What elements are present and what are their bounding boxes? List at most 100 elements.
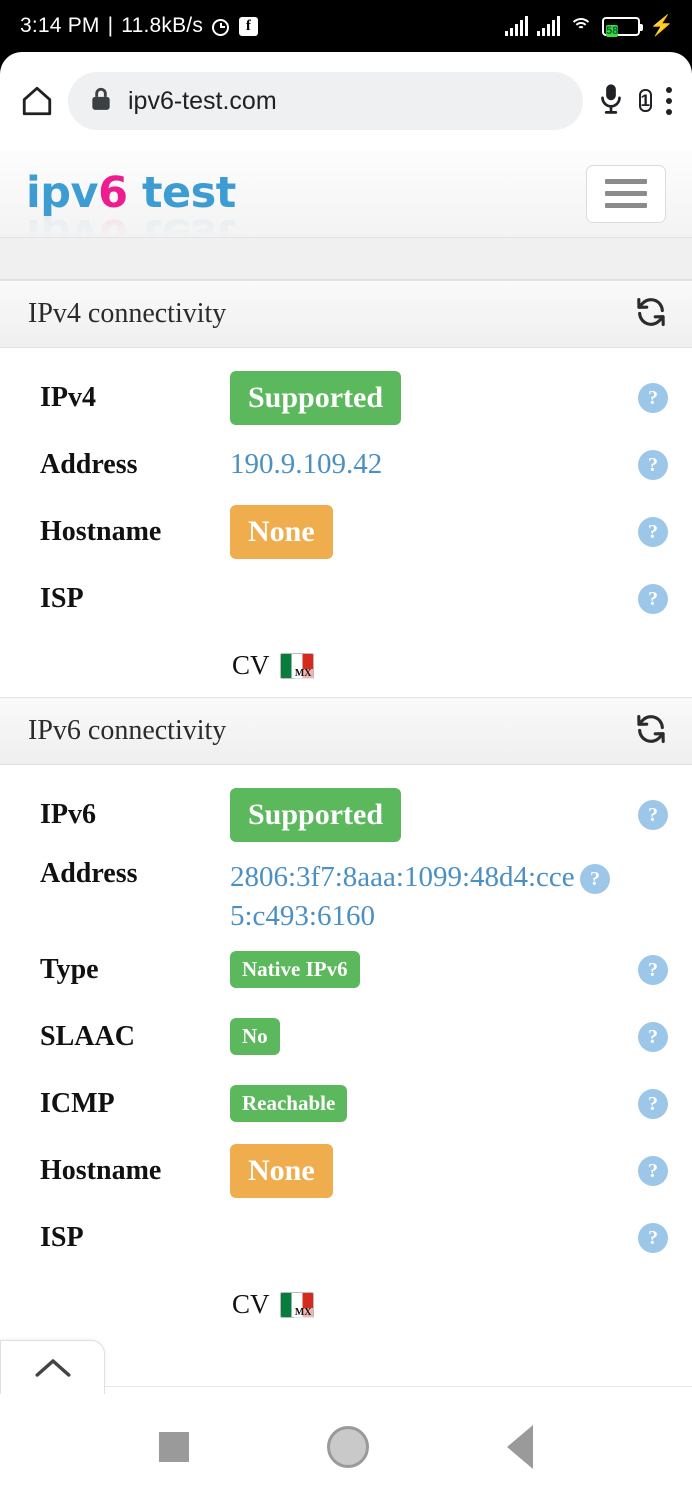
table-row: ISP ? [0, 565, 692, 632]
table-row: SLAAC No ? [0, 1003, 692, 1070]
mexico-flag-icon: MX [279, 652, 314, 679]
ipv4-connectivity-panel: IPv4 connectivity IPv4 Supported ? Addre… [0, 280, 692, 697]
address-bar[interactable]: ipv6-test.com [68, 72, 583, 130]
row-value-ipv6: Supported [230, 787, 638, 842]
status-bar-left: 3:14 PM | 11.8kB/s f [20, 14, 259, 38]
table-row: Address 2806:3f7:8aaa:1099:48d4:cce5:c49… [0, 848, 692, 936]
phone-screen: 3:14 PM | 11.8kB/s f 58 ⚡ ipv6-test.com … [0, 0, 692, 1500]
refresh-icon[interactable] [634, 295, 668, 334]
url-text[interactable]: ipv6-test.com [128, 87, 277, 116]
row-label-ipv6: IPv6 [40, 798, 96, 830]
logo-suffix: test [127, 168, 236, 218]
tab-count-label: 1 [638, 89, 652, 112]
row-label-hostname: Hostname [40, 1154, 162, 1186]
row-value-address: 190.9.109.42 [230, 445, 638, 484]
alarm-clock-icon [211, 16, 231, 36]
help-icon[interactable]: ? [638, 1222, 668, 1253]
home-icon[interactable] [20, 84, 54, 118]
signal-bars-icon-sim1 [505, 16, 529, 36]
row-label-isp: ISP [40, 582, 84, 614]
ipv6-panel-title: IPv6 connectivity [28, 715, 227, 746]
row-label-hostname: Hostname [40, 515, 162, 547]
status-badge: Reachable [230, 1085, 348, 1123]
row-label-icmp: ICMP [40, 1087, 115, 1119]
facebook-icon: f [239, 16, 259, 36]
battery-level-label: 58 [606, 24, 619, 37]
help-icon[interactable]: ? [580, 864, 610, 894]
refresh-icon[interactable] [634, 712, 668, 751]
ipv4-rows: IPv4 Supported ? Address 190.9.109.42 ? … [0, 348, 692, 697]
table-row: Type Native IPv6 ? [0, 936, 692, 1003]
table-row: ISP ? [0, 1204, 692, 1271]
battery-icon: 58 [602, 16, 644, 37]
mexico-flag-icon: MX [279, 1291, 314, 1318]
row-value-hostname: None [230, 504, 638, 559]
row-value-address: 2806:3f7:8aaa:1099:48d4:cce5:c493:6160 [230, 858, 580, 936]
circle-home-icon[interactable] [327, 1426, 369, 1468]
triangle-back-icon[interactable] [507, 1425, 533, 1469]
table-row: Address 190.9.109.42 ? [0, 431, 692, 498]
status-bar-right: 58 ⚡ [505, 15, 674, 37]
country-code-label: MX [293, 667, 313, 679]
help-icon[interactable]: ? [638, 382, 668, 413]
wifi-icon [569, 17, 593, 36]
table-row: IPv4 Supported ? [0, 364, 692, 431]
isp-country-label: CV [232, 1289, 270, 1320]
browser-toolbar: ipv6-test.com 1 [0, 52, 692, 150]
hamburger-menu-icon[interactable] [586, 164, 666, 223]
row-label-ipv4: IPv4 [40, 381, 96, 413]
row-label-address: Address [40, 858, 138, 889]
ipv6-connectivity-panel: IPv6 connectivity IPv6 Supported ? Addre… [0, 697, 692, 1337]
help-icon[interactable]: ? [638, 583, 668, 614]
header-spacer [0, 238, 692, 280]
android-navigation-bar [0, 1394, 692, 1500]
row-value-icmp: Reachable [230, 1085, 638, 1123]
status-separator: | [107, 14, 114, 37]
status-badge: Supported [230, 787, 402, 842]
lock-icon [90, 86, 112, 117]
row-value-slaac: No [230, 1018, 638, 1056]
help-icon[interactable]: ? [638, 516, 668, 547]
ipv6-address-link[interactable]: 2806:3f7:8aaa:1099:48d4:cce5:c493:6160 [230, 858, 580, 936]
lightning-bolt-icon: ⚡ [649, 15, 674, 37]
chevron-up-icon [35, 1358, 70, 1377]
ipv6-rows: IPv6 Supported ? Address 2806:3f7:8aaa:1… [0, 765, 692, 1336]
ipv4-panel-header: IPv4 connectivity [0, 280, 692, 348]
status-clock: 3:14 PM [20, 14, 100, 37]
status-badge: No [230, 1018, 280, 1056]
table-row: ICMP Reachable ? [0, 1070, 692, 1137]
ipv6-panel-header: IPv6 connectivity [0, 697, 692, 765]
help-icon[interactable]: ? [638, 1088, 668, 1119]
help-icon[interactable]: ? [638, 1021, 668, 1052]
help-icon[interactable]: ? [638, 954, 668, 985]
logo-prefix: ipv [26, 168, 99, 218]
table-row: Hostname None ? [0, 498, 692, 565]
status-bar: 3:14 PM | 11.8kB/s f 58 ⚡ [0, 0, 692, 52]
site-logo[interactable]: ipv6 test ipv6 test [26, 172, 236, 260]
row-label-address: Address [40, 448, 138, 480]
microphone-icon[interactable] [597, 82, 625, 121]
web-page-content: ipv6 test ipv6 test IPv4 connectivity IP… [0, 150, 692, 1394]
status-badge: None [230, 1143, 333, 1198]
square-recents-icon[interactable] [159, 1432, 189, 1462]
status-badge: Native IPv6 [230, 951, 360, 989]
status-badge: Supported [230, 370, 402, 425]
site-header: ipv6 test ipv6 test [0, 150, 692, 260]
help-icon[interactable]: ? [638, 449, 668, 480]
three-dots-menu-icon[interactable] [666, 87, 672, 115]
row-value-hostname: None [230, 1143, 638, 1198]
status-badge: None [230, 504, 333, 559]
ipv6-isp-country: CV MX [0, 1271, 692, 1326]
ipv4-isp-country: CV MX [0, 632, 692, 687]
ipv4-address-link[interactable]: 190.9.109.42 [230, 445, 382, 484]
expand-panel-tab[interactable] [0, 1340, 105, 1394]
tab-counter-button[interactable]: 1 [638, 88, 652, 114]
row-label-type: Type [40, 953, 99, 985]
help-icon[interactable]: ? [638, 799, 668, 830]
isp-country-label: CV [232, 650, 270, 680]
logo-accent: 6 [98, 168, 128, 218]
signal-bars-icon-sim2 [537, 16, 561, 36]
row-value-ipv4: Supported [230, 370, 638, 425]
help-icon[interactable]: ? [638, 1155, 668, 1186]
row-label-slaac: SLAAC [40, 1020, 135, 1052]
